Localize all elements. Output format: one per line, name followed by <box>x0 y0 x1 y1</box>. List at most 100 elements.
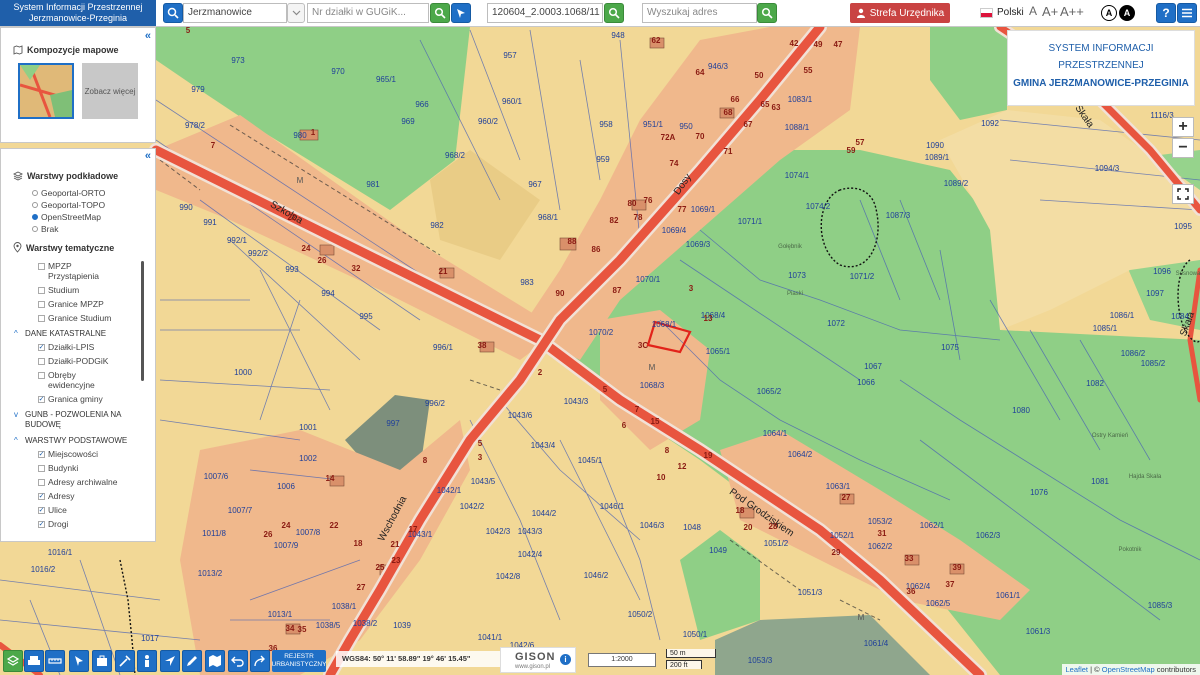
layer-miejscowosci[interactable]: ✓ Miejscowości <box>14 448 142 460</box>
house-number-label: 50 <box>755 71 764 80</box>
search-tool-button[interactable] <box>163 3 183 23</box>
parcel-number-label: 1064/2 <box>788 450 813 459</box>
map-tool-button[interactable] <box>205 650 225 672</box>
parcel-number-label: 1075 <box>941 343 959 352</box>
font-size-small-button[interactable]: A <box>1029 4 1037 18</box>
base-layer-osm[interactable]: OpenStreetMap <box>32 211 105 223</box>
parcel-number-label: 1062/2 <box>868 542 893 551</box>
share-button[interactable] <box>250 650 270 672</box>
strefa-urzednika-label: Strefa Urzędnika <box>869 7 945 19</box>
fullscreen-button[interactable] <box>1172 184 1194 204</box>
base-layer-label: Brak <box>41 224 59 234</box>
base-layer-none[interactable]: Brak <box>32 223 105 235</box>
house-number-label: 7 <box>211 141 216 150</box>
bag-tool-button[interactable] <box>92 650 112 672</box>
leaflet-link[interactable]: Leaflet <box>1066 665 1089 674</box>
parcel-tool-button[interactable] <box>451 3 471 23</box>
print-button[interactable] <box>24 650 44 672</box>
house-number-label: 76 <box>644 196 653 205</box>
house-number-label: 36 <box>907 587 916 596</box>
map-attribution: Leaflet | © OpenStreetMap contributors <box>1061 664 1200 675</box>
layer-granice-studium[interactable]: Granice Studium <box>14 312 142 324</box>
house-number-label: 22 <box>330 521 339 530</box>
strefa-urzednika-button[interactable]: Strefa Urzędnika <box>850 3 950 23</box>
streetview-button[interactable] <box>137 650 157 672</box>
gmina-select[interactable]: Jerzmanowice <box>183 3 287 23</box>
parcel-number-input[interactable]: Nr działki w GUGiK... <box>307 3 429 23</box>
house-number-label: 49 <box>814 40 823 49</box>
font-size-medium-button[interactable]: A+ <box>1042 4 1058 19</box>
language-selector[interactable]: Polski <box>980 7 1024 18</box>
parcel-number-label: 968/1 <box>538 213 559 222</box>
address-search-button[interactable] <box>757 3 777 23</box>
menu-button[interactable] <box>1177 3 1197 23</box>
layers-scrollbar[interactable] <box>141 261 144 381</box>
house-number-label: 87 <box>613 286 622 295</box>
thematic-layers-list: MPZP Przystąpienia Studium Granice MPZP … <box>14 260 142 530</box>
help-button[interactable]: ? <box>1156 3 1176 23</box>
group-warstwy-podstawowe[interactable]: ^ WARSTWY PODSTAWOWE <box>14 434 142 446</box>
parcel-id-field[interactable]: 120604_2.0003.1068/11 (Pr <box>487 3 603 23</box>
layer-budynki[interactable]: Budynki <box>14 462 142 474</box>
layer-dzialki-lpis[interactable]: ✓ Działki-LPIS <box>14 341 142 353</box>
layers-collapse-button[interactable]: « <box>145 150 151 162</box>
more-compositions-button[interactable]: Zobacz więcej <box>82 63 138 119</box>
scale-ratio-select[interactable]: 1:2000 <box>588 653 656 667</box>
layer-granica-gminy[interactable]: ✓ Granica gminy <box>14 393 142 405</box>
minus-icon: − <box>1178 139 1188 156</box>
base-layer-orto[interactable]: Geoportal-ORTO <box>32 187 105 199</box>
osm-link[interactable]: OpenStreetMap <box>1102 665 1155 674</box>
contrast-normal-button[interactable]: A <box>1101 5 1117 21</box>
checkbox-checked-icon: ✓ <box>38 395 45 403</box>
navigate-button[interactable] <box>160 650 180 672</box>
layer-granice-mpzp[interactable]: Granice MPZP <box>14 298 142 310</box>
edit-button[interactable] <box>182 650 202 672</box>
app-title: System Informacji Przestrzennej Jerzmano… <box>0 0 156 26</box>
undo-button[interactable] <box>228 650 248 672</box>
parcel-number-label: 1084 <box>1171 312 1189 321</box>
contrast-high-button[interactable]: A <box>1119 5 1135 21</box>
font-size-large-button[interactable]: A++ <box>1060 4 1084 19</box>
parcel-number-label: 1050/2 <box>628 610 653 619</box>
layer-drogi[interactable]: ✓ Drogi <box>14 518 142 530</box>
parcel-number-label: 1043/6 <box>508 411 533 420</box>
group-label: DANE KATASTRALNE <box>25 328 107 338</box>
parcel-search-button[interactable] <box>430 3 450 23</box>
layer-dzialki-podgik[interactable]: Działki-PODGiK <box>14 355 142 367</box>
layer-studium[interactable]: Studium <box>14 284 142 296</box>
composition-thumbnail[interactable] <box>18 63 74 119</box>
base-layer-topo[interactable]: Geoportal-TOPO <box>32 199 105 211</box>
checkbox-icon <box>38 314 45 322</box>
layer-adresy[interactable]: ✓ Adresy <box>14 490 142 502</box>
measure-button[interactable] <box>45 650 65 672</box>
house-number-label: 26 <box>264 530 273 539</box>
base-layers-list: Geoportal-ORTO Geoportal-TOPO OpenStreet… <box>32 187 105 235</box>
layer-label: Drogi <box>48 519 69 529</box>
map-icon <box>209 655 221 667</box>
tools-button[interactable] <box>115 650 135 672</box>
layer-label: Działki-PODGiK <box>48 356 109 366</box>
gmina-dropdown-button[interactable] <box>287 3 305 23</box>
info-icon[interactable]: i <box>560 654 571 665</box>
parcel-number-label: 1094/3 <box>1095 164 1120 173</box>
parcel-number-label: 1042/8 <box>496 572 521 581</box>
parcel-number-label: 1000 <box>234 368 252 377</box>
checkbox-checked-icon: ✓ <box>38 343 45 351</box>
parcel-number-label: 1072 <box>827 319 845 328</box>
group-dane-katastralne[interactable]: ^ DANE KATASTRALNE <box>14 327 142 339</box>
address-search-input[interactable]: Wyszukaj adres <box>642 3 757 23</box>
layer-ulice[interactable]: ✓ Ulice <box>14 504 142 516</box>
house-number-label: 34 <box>286 624 295 633</box>
compositions-collapse-button[interactable]: « <box>145 30 151 42</box>
info-tool-button[interactable] <box>69 650 89 672</box>
layer-label: Ulice <box>48 505 67 515</box>
layer-adresy-archiwalne[interactable]: Adresy archiwalne <box>14 476 142 488</box>
gison-logo[interactable]: GISON www.gison.pl i <box>500 647 576 673</box>
zoom-out-button[interactable]: − <box>1172 138 1194 158</box>
compositions-title: Kompozycje mapowe <box>13 45 119 55</box>
parcel-id-search-button[interactable] <box>604 3 624 23</box>
chevron-up-icon: ^ <box>14 435 18 445</box>
zoom-in-button[interactable]: + <box>1172 117 1194 137</box>
layers-toggle-button[interactable] <box>3 650 23 672</box>
rejestr-urbanistyczny-button[interactable]: REJESTR URBANISTYCZNY <box>272 650 326 672</box>
